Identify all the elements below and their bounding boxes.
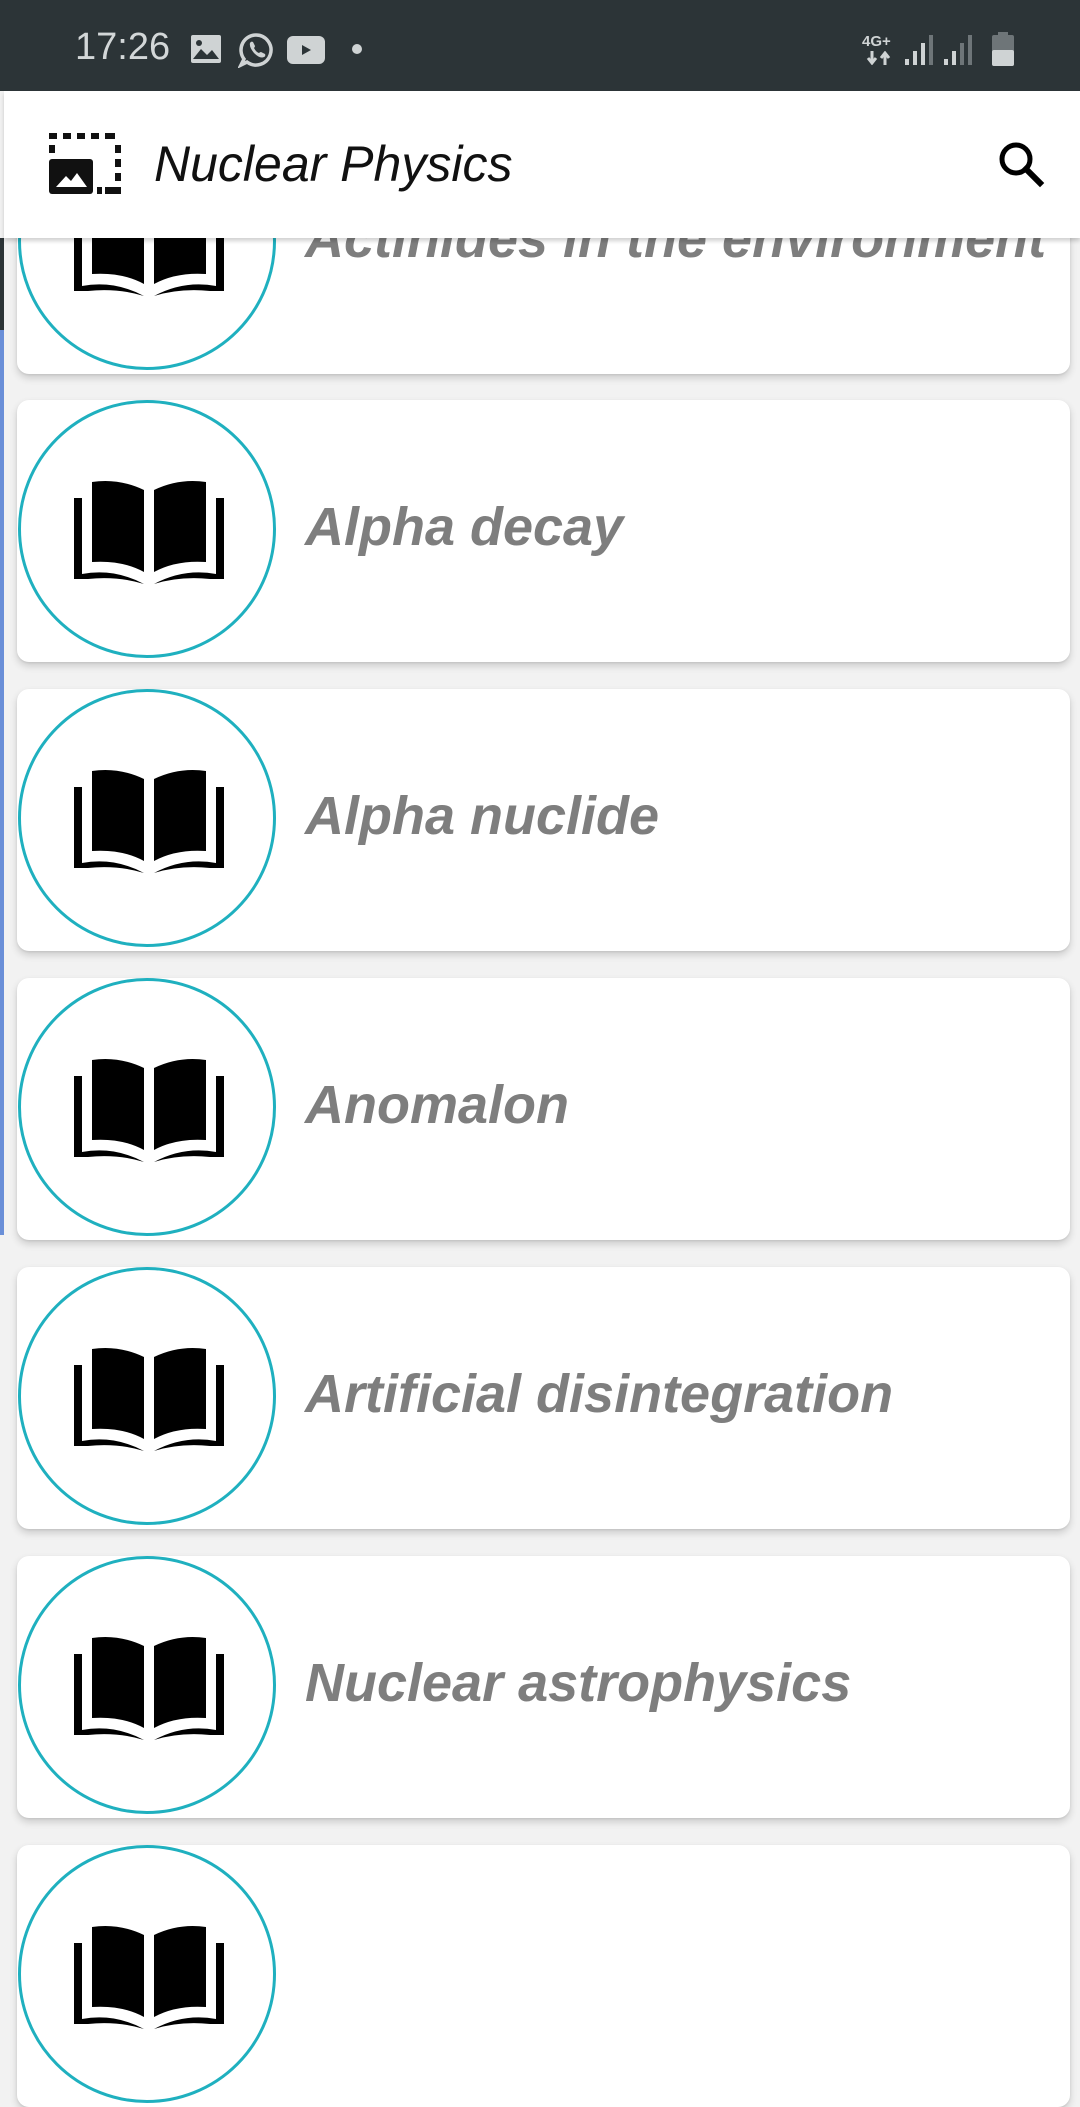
book-icon [74, 1637, 224, 1740]
list-item-label: Alpha nuclide [305, 786, 660, 846]
signal-sim1-icon [905, 35, 933, 65]
youtube-icon [287, 36, 325, 64]
list-item-label: Anomalon [305, 1075, 569, 1135]
data-arrows-icon [866, 51, 891, 65]
signal-sim2-icon [944, 35, 972, 65]
book-icon [74, 1926, 224, 2029]
gallery-icon [191, 35, 221, 63]
list-item[interactable]: Artificial disintegration [17, 1267, 1070, 1529]
book-icon [74, 770, 224, 873]
left-edge-strip-blue [0, 330, 4, 1235]
list-item[interactable]: Anomalon [17, 978, 1070, 1240]
photo-frame-icon [49, 133, 121, 194]
list-item-label: Alpha decay [305, 497, 624, 557]
list-item[interactable] [17, 1845, 1070, 2107]
network-4g-icon: 4G+ [862, 33, 896, 68]
topic-list: Actinides in the environment Alpha decay… [0, 0, 1080, 2107]
list-item[interactable]: Nuclear astrophysics [17, 1556, 1070, 1818]
book-icon [74, 1059, 224, 1162]
search-button[interactable] [994, 137, 1050, 193]
whatsapp-icon [238, 33, 273, 68]
list-item-label: Artificial disintegration [305, 1364, 894, 1424]
book-icon [74, 1348, 224, 1451]
list-item-label: Nuclear astrophysics [305, 1653, 852, 1713]
status-time: 17:26 [75, 26, 171, 68]
more-dot-icon [352, 44, 362, 54]
book-icon [74, 481, 224, 584]
app-bar: Nuclear Physics [4, 91, 1080, 238]
network-label: 4G+ [862, 33, 891, 50]
list-item[interactable]: Alpha nuclide [17, 689, 1070, 951]
page-title: Nuclear Physics [154, 136, 513, 192]
search-icon [999, 142, 1045, 188]
battery-icon [992, 32, 1014, 66]
list-item[interactable]: Alpha decay [17, 400, 1070, 662]
left-edge-strip [0, 238, 4, 330]
status-bar: 17:26 4G+ [0, 0, 1080, 91]
